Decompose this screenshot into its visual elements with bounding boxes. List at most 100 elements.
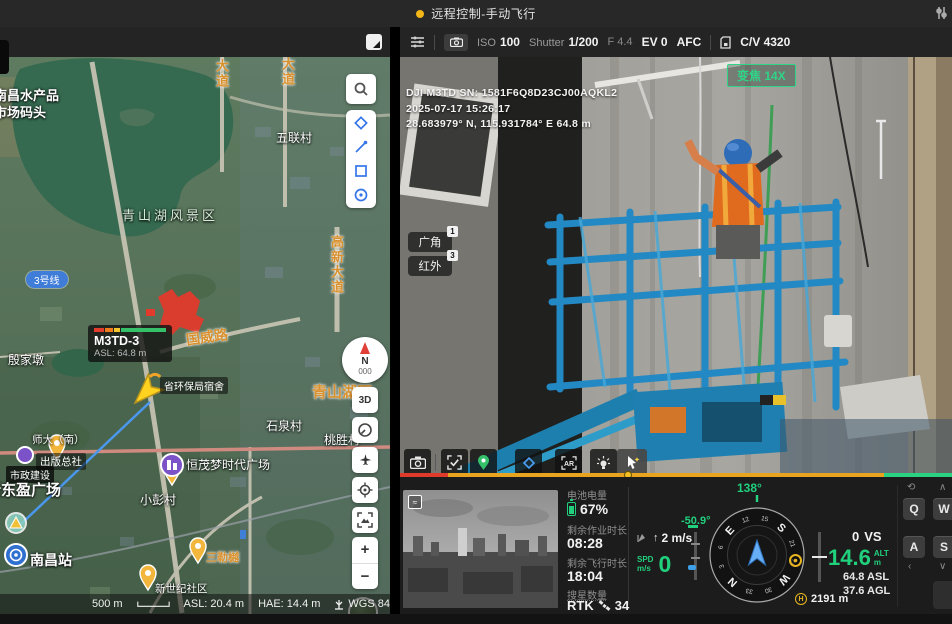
- drone-asl: ASL: 64.8 m: [94, 348, 166, 359]
- drone-map-label[interactable]: M3TD-3 ASL: 64.8 m: [88, 325, 172, 362]
- title-bar: 远程控制-手动飞行: [0, 0, 952, 27]
- zoom-out-button[interactable]: −: [352, 564, 378, 590]
- flight-mode-status: 远程控制-手动飞行: [431, 5, 536, 22]
- divider: [434, 35, 435, 50]
- camera-mode-icon[interactable]: [444, 34, 468, 51]
- flight-time-value: 18:04: [567, 568, 603, 584]
- hengmao-mall-pin: [161, 454, 183, 476]
- svg-text:000: 000: [358, 367, 372, 376]
- lens-ir-hotkey: 3: [447, 250, 458, 261]
- map-header: [0, 27, 390, 57]
- vs-value: 0: [852, 529, 859, 544]
- metro-line-badge: 3号线: [26, 271, 68, 288]
- map-compass[interactable]: N 000: [342, 337, 388, 383]
- draw-point-tool[interactable]: [353, 115, 369, 131]
- pitch-marker: [688, 565, 696, 570]
- rtk-label: RTK: [567, 598, 594, 613]
- alt-unit: m: [874, 558, 889, 567]
- altitude-value: 14.6: [828, 545, 871, 571]
- map-label: 青山湖风景区: [122, 205, 218, 224]
- draw-rect-tool[interactable]: [353, 163, 369, 179]
- status-dot-icon: [416, 10, 424, 18]
- draw-line-tool[interactable]: [353, 139, 369, 155]
- camera-feed[interactable]: 变焦 14X DJI M3TD SN: 1581F6Q8D23CJ00AQKL2…: [400, 57, 952, 477]
- map-status-bar: 500 m ASL: 20.4 m HAE: 14.4 m WGS 84: [0, 594, 390, 614]
- gimbal-pitch-slider: [694, 532, 697, 580]
- fit-bounds-button[interactable]: [352, 507, 378, 533]
- iso-value: 100: [500, 35, 520, 49]
- alt-label: ALT: [874, 549, 889, 558]
- shutter-label: Shutter: [529, 37, 564, 49]
- wind-speed: 2 m/s: [662, 531, 693, 545]
- camera-menu-icon[interactable]: [410, 36, 425, 48]
- satellite-icon: [598, 600, 611, 612]
- battery-label: 电池电量: [567, 487, 607, 502]
- ai-pointer-button[interactable]: [617, 449, 647, 476]
- map-hae: HAE: 14.4 m: [258, 598, 320, 610]
- spd-label: SPD: [637, 555, 653, 564]
- altitude-marker: [812, 556, 827, 558]
- map-scale-bar: [137, 599, 170, 609]
- key-w[interactable]: W: [933, 498, 952, 520]
- zoom-in-button[interactable]: +: [352, 537, 378, 564]
- bottom-strip: [0, 614, 952, 624]
- battery-icon: [567, 502, 576, 516]
- capture-mode-button[interactable]: [404, 449, 431, 476]
- draw-tools-panel: [346, 110, 376, 208]
- work-time-value: 08:28: [567, 535, 603, 551]
- storage-card-icon: [720, 36, 731, 49]
- osd-time-line: 2025-07-17 15:26:17: [406, 103, 510, 115]
- checklist-grid-button[interactable]: [441, 449, 468, 476]
- ar-overlay-button[interactable]: AR: [555, 449, 582, 476]
- map-label: 五联村: [276, 129, 312, 146]
- swap-view-icon[interactable]: [366, 34, 382, 50]
- slider-tick: [691, 543, 700, 545]
- map-label: 省环保局宿舍: [160, 377, 228, 394]
- waypoint-diamond-button[interactable]: [515, 449, 542, 476]
- map-search-button[interactable]: [346, 74, 376, 104]
- map-history-button[interactable]: [352, 417, 378, 443]
- map-pin-button[interactable]: [470, 449, 497, 476]
- locate-aircraft-button[interactable]: [352, 447, 378, 473]
- secondary-view-thumbnail[interactable]: ≈: [403, 490, 558, 608]
- panel-divider: [390, 27, 400, 614]
- map-label: 师大（南）: [32, 432, 85, 447]
- divider: [897, 485, 898, 607]
- left-edge-tab[interactable]: [0, 40, 9, 74]
- battery-value: 67%: [580, 501, 608, 517]
- spd-unit: m/s: [637, 564, 653, 573]
- camera-settings-bar[interactable]: ISO100 Shutter1/200 F 4.4 EV 0 AFC C/V 4…: [400, 27, 952, 57]
- key-q[interactable]: Q: [903, 498, 925, 520]
- left-icon: ‹: [908, 561, 911, 572]
- map-label: 石泉村: [266, 417, 302, 434]
- key-partial[interactable]: [933, 581, 952, 609]
- settings-sliders-icon[interactable]: [934, 6, 948, 25]
- focus-mode[interactable]: AFC: [677, 35, 702, 49]
- key-s[interactable]: S: [933, 536, 952, 558]
- map-datum: WGS 84: [348, 598, 390, 610]
- beacon-light-button[interactable]: [590, 449, 617, 476]
- map-3d-button[interactable]: 3D: [352, 387, 378, 413]
- map-label: 恒茂梦时代广场: [186, 456, 270, 473]
- video-panel: ISO100 Shutter1/200 F 4.4 EV 0 AFC C/V 4…: [400, 27, 952, 614]
- map-view[interactable]: 南昌水产品 市场码头 大道 大道 五联村 青山湖风景区 高新大道 3号线 国威路…: [0, 57, 390, 614]
- lens-ir-button[interactable]: 红外: [408, 256, 452, 276]
- svg-text:N: N: [361, 356, 368, 367]
- locate-me-button[interactable]: [352, 477, 378, 503]
- lens-wide-hotkey: 1: [447, 226, 458, 237]
- yaw-left-icon: ⟲: [907, 482, 915, 493]
- zoom-level-badge[interactable]: 变焦 14X: [727, 64, 796, 87]
- wind-arrow: ↑: [653, 532, 659, 544]
- map-label: 新东盈广场: [0, 479, 61, 500]
- asl-value: 64.8 ASL: [843, 571, 889, 583]
- road-label: 高新大道: [327, 235, 346, 295]
- shutter-value: 1/200: [568, 35, 598, 49]
- divider: [435, 454, 436, 471]
- lens-wide-button[interactable]: 广角: [408, 232, 452, 252]
- map-label: 市场码头: [0, 102, 46, 121]
- metro-station-icon: [5, 544, 27, 566]
- road-label: 大道: [278, 57, 297, 87]
- key-a[interactable]: A: [903, 536, 925, 558]
- draw-circle-tool[interactable]: [353, 187, 369, 203]
- backward-icon: ∨: [939, 561, 946, 572]
